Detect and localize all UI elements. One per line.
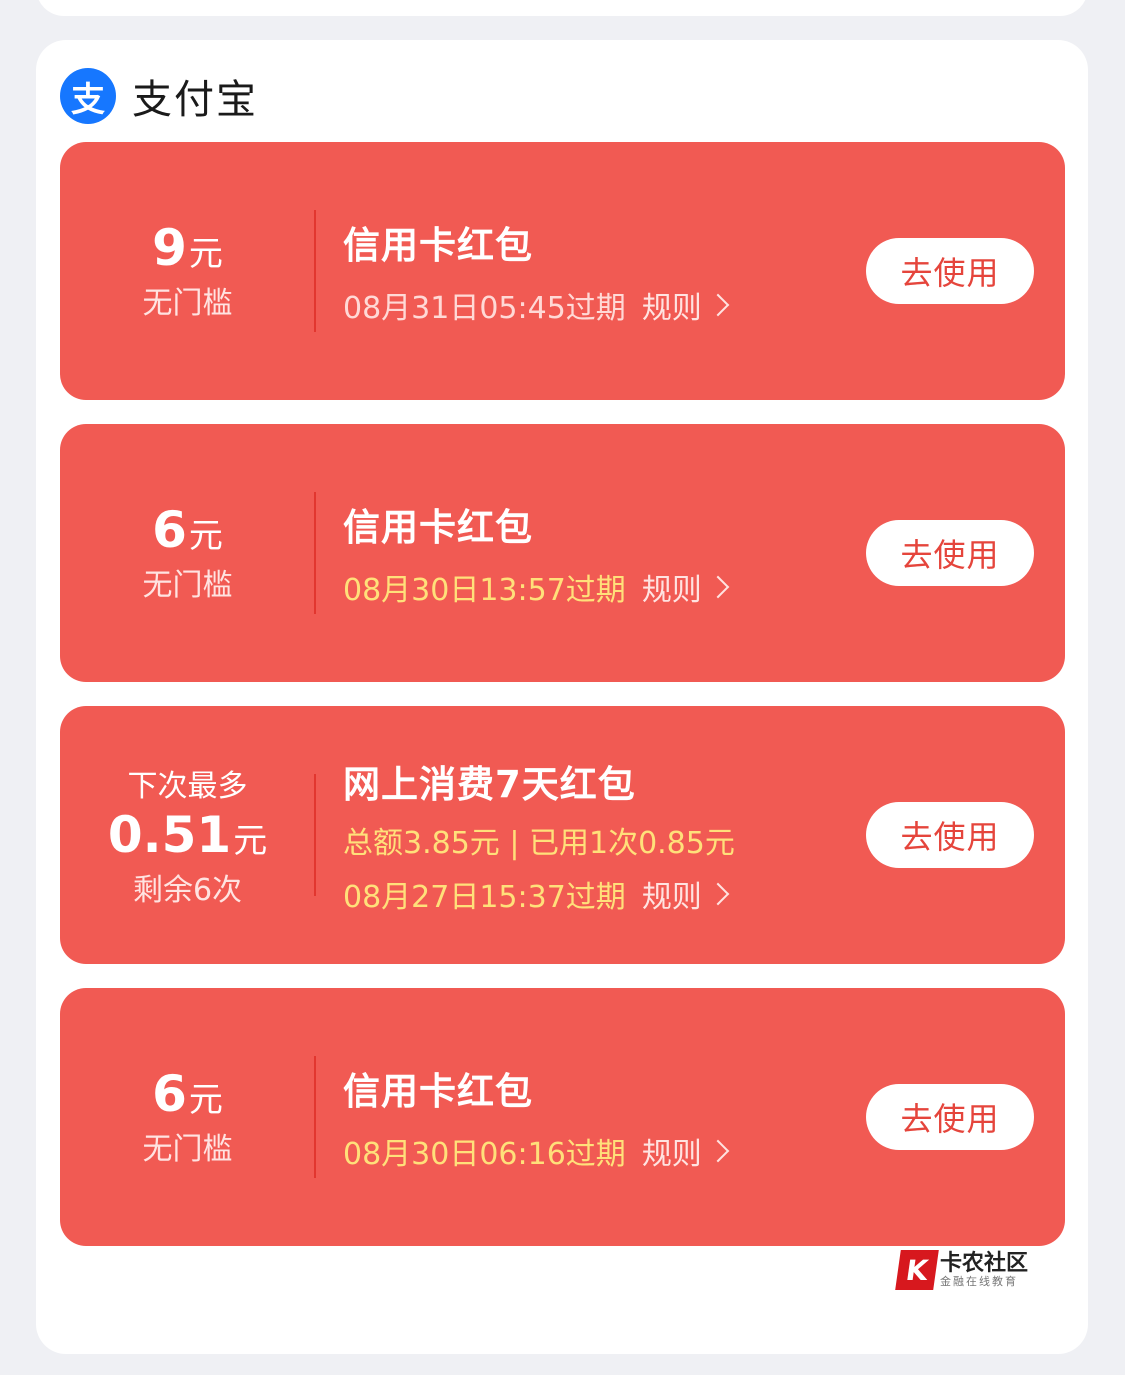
alipay-section-card: 支 支付宝 9 元 无门槛 信用卡红包 08月31日05:45过期 规则 去使用 (36, 40, 1088, 1354)
use-button[interactable]: 去使用 (866, 802, 1034, 868)
use-button[interactable]: 去使用 (866, 520, 1034, 586)
use-button[interactable]: 去使用 (866, 238, 1034, 304)
coupon-amount-unit: 元 (188, 234, 223, 274)
coupon-expiry: 08月27日15:37过期 (343, 880, 626, 915)
coupon-rules-link[interactable]: 规则 (641, 565, 730, 609)
watermark-text: 卡农社区 金融在线教育 (940, 1252, 1028, 1288)
coupon-divider (314, 492, 316, 614)
watermark-subtitle: 金融在线教育 (940, 1275, 1018, 1288)
coupon-amount-block: 9 元 无门槛 (60, 142, 315, 400)
coupon-amount: 6 (152, 1065, 187, 1123)
coupon-rules-link[interactable]: 规则 (641, 1129, 730, 1173)
rules-label: 规则 (641, 1137, 702, 1172)
coupon-usage-detail: 总额3.85元 | 已用1次0.85元 (343, 826, 735, 861)
coupon-info: 信用卡红包 08月30日13:57过期 规则 (343, 424, 730, 682)
coupon-expiry-line: 08月27日15:37过期 规则 (343, 872, 735, 916)
coupon-title: 信用卡红包 (343, 506, 533, 549)
coupon-info: 信用卡红包 08月31日05:45过期 规则 (343, 142, 730, 400)
coupon-remaining: 剩余6次 (132, 873, 243, 908)
coupon-title: 信用卡红包 (343, 224, 533, 267)
coupon-threshold: 无门槛 (142, 568, 233, 603)
coupon-amount-unit: 元 (188, 1080, 223, 1120)
coupon-rules-link[interactable]: 规则 (641, 872, 730, 916)
coupon-threshold: 无门槛 (142, 1132, 233, 1167)
watermark-name: 卡农社区 (940, 1251, 1029, 1276)
coupon-divider (314, 210, 316, 332)
coupon-expiry: 08月30日13:57过期 (343, 573, 626, 608)
rules-label: 规则 (641, 573, 702, 608)
coupon-info: 信用卡红包 08月30日06:16过期 规则 (343, 988, 730, 1246)
coupon-amount-line: 6 元 (152, 502, 223, 558)
coupon-title: 网上消费7天红包 (343, 763, 636, 806)
coupon-card[interactable]: 6 元 无门槛 信用卡红包 08月30日06:16过期 规则 去使用 (60, 988, 1065, 1246)
watermark-logo: K 卡农社区 金融在线教育 (895, 1248, 1038, 1292)
coupon-amount-line: 0.51 元 (108, 807, 267, 863)
coupon-detail: 总额3.85元 | 已用1次0.85元 (343, 818, 735, 862)
coupon-rules-link[interactable]: 规则 (641, 283, 730, 327)
coupon-amount-unit: 元 (233, 821, 268, 861)
coupon-divider (314, 774, 316, 896)
coupon-amount: 0.51 (107, 806, 232, 864)
coupon-amount-block: 下次最多 0.51 元 剩余6次 (60, 706, 315, 964)
coupon-amount-block: 6 元 无门槛 (60, 988, 315, 1246)
coupon-expiry: 08月30日06:16过期 (343, 1137, 626, 1172)
rules-label: 规则 (641, 291, 702, 326)
coupon-card[interactable]: 下次最多 0.51 元 剩余6次 网上消费7天红包 总额3.85元 | 已用1次… (60, 706, 1065, 964)
coupon-amount-block: 6 元 无门槛 (60, 424, 315, 682)
alipay-logo-icon: 支 (60, 68, 116, 124)
section-title: 支付宝 (132, 77, 258, 123)
coupon-amount: 6 (152, 501, 187, 559)
coupon-expiry-line: 08月31日05:45过期 规则 (343, 283, 730, 327)
use-button[interactable]: 去使用 (866, 1084, 1034, 1150)
chevron-right-icon (706, 575, 730, 599)
coupon-amount: 9 (152, 219, 187, 277)
coupon-divider (314, 1056, 316, 1178)
coupon-expiry: 08月31日05:45过期 (343, 291, 626, 326)
chevron-right-icon (706, 293, 730, 317)
previous-section-card (36, 0, 1088, 16)
coupon-expiry-line: 08月30日06:16过期 规则 (343, 1129, 730, 1173)
coupon-expiry-line: 08月30日13:57过期 规则 (343, 565, 730, 609)
coupon-card[interactable]: 6 元 无门槛 信用卡红包 08月30日13:57过期 规则 去使用 (60, 424, 1065, 682)
watermark-icon: K (895, 1250, 939, 1290)
coupon-title: 信用卡红包 (343, 1070, 533, 1113)
chevron-right-icon (706, 882, 730, 906)
coupon-next-max-label: 下次最多 (127, 769, 248, 804)
coupon-threshold: 无门槛 (142, 286, 233, 321)
coupon-amount-line: 6 元 (152, 1066, 223, 1122)
coupon-amount-unit: 元 (188, 516, 223, 556)
coupon-card[interactable]: 9 元 无门槛 信用卡红包 08月31日05:45过期 规则 去使用 (60, 142, 1065, 400)
chevron-right-icon (706, 1139, 730, 1163)
coupon-amount-line: 9 元 (152, 220, 223, 276)
rules-label: 规则 (641, 880, 702, 915)
coupon-info: 网上消费7天红包 总额3.85元 | 已用1次0.85元 08月27日15:37… (343, 706, 735, 964)
section-header: 支 支付宝 (60, 66, 258, 126)
